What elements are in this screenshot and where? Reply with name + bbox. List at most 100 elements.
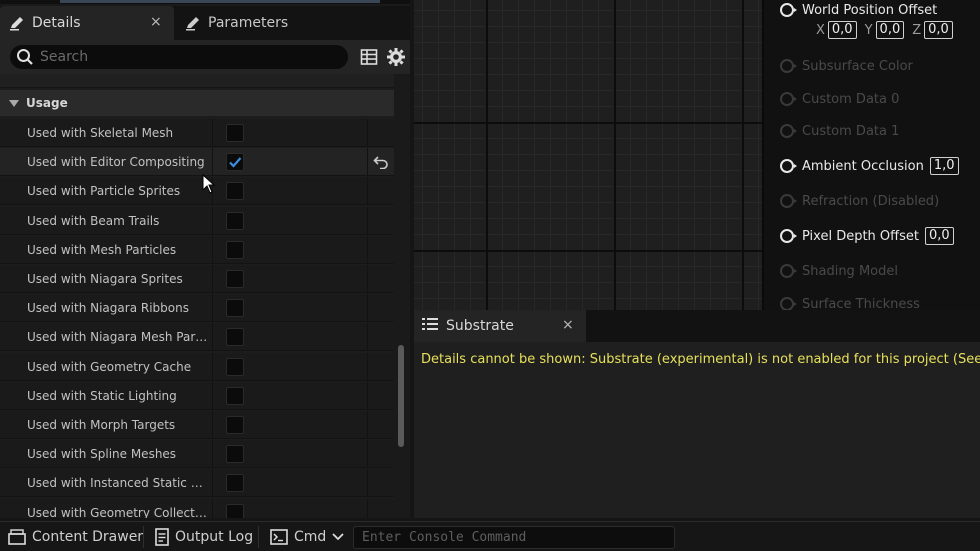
property-row[interactable]: Used with Static Lighting — [0, 381, 394, 410]
property-row[interactable]: Used with Niagara Sprites — [0, 265, 394, 293]
property-checkbox[interactable] — [226, 474, 244, 493]
tab-parameters[interactable]: Parameters — [178, 6, 378, 40]
node-pin-row[interactable]: Pixel Depth Offset 0,0 — [764, 224, 980, 248]
close-icon[interactable]: × — [150, 14, 162, 30]
input-pin-icon — [780, 59, 797, 73]
property-checkbox[interactable] — [226, 270, 244, 288]
property-label: Used with Beam Trails — [27, 213, 160, 228]
column-divider[interactable] — [212, 440, 213, 469]
property-row[interactable]: Used with Niagara Ribbons — [0, 294, 394, 323]
column-divider[interactable] — [212, 265, 213, 293]
usage-section-header[interactable]: Usage — [0, 90, 394, 116]
property-checkbox[interactable] — [226, 445, 244, 464]
panel-top-strip — [0, 0, 410, 4]
column-divider[interactable] — [212, 148, 213, 177]
property-checkbox[interactable] — [226, 357, 244, 376]
property-checkbox[interactable] — [226, 416, 244, 434]
property-row[interactable]: Used with Geometry Collections — [0, 498, 394, 518]
pin-label: Refraction (Disabled) — [802, 193, 940, 209]
property-row[interactable]: Used with Particle Sprites — [0, 177, 394, 206]
property-checkbox[interactable] — [226, 328, 244, 347]
property-checkbox[interactable] — [226, 503, 244, 518]
property-checkbox[interactable] — [226, 124, 244, 142]
pencil-icon — [184, 14, 202, 32]
reset-to-default-icon[interactable] — [373, 154, 389, 173]
column-divider[interactable] — [212, 206, 213, 235]
column-divider[interactable] — [212, 119, 213, 147]
search-input[interactable] — [40, 47, 340, 67]
gear-icon[interactable] — [386, 47, 406, 71]
tab-parameters-label: Parameters — [208, 15, 289, 31]
pin-world-position-offset[interactable]: World Position Offset — [764, 0, 980, 22]
input-pin-icon — [780, 297, 797, 311]
search-box[interactable] — [10, 45, 348, 69]
input-pin-icon[interactable] — [780, 229, 797, 243]
scrollbar-thumb[interactable] — [398, 345, 404, 447]
collapse-triangle-icon[interactable] — [9, 99, 19, 107]
console-command-input[interactable] — [353, 526, 675, 549]
column-divider — [367, 235, 368, 264]
wpo-y-input[interactable]: 0,0 — [875, 21, 905, 39]
property-checkbox[interactable] — [226, 386, 244, 405]
pin-value-input[interactable]: 1,0 — [929, 157, 959, 175]
column-divider[interactable] — [212, 235, 213, 264]
material-output-node[interactable]: World Position Offset X 0,0 Y 0,0 Z 0,0 … — [762, 0, 980, 312]
property-row[interactable]: Used with Editor Compositing — [0, 148, 394, 177]
property-checkbox[interactable] — [226, 153, 244, 172]
details-panel: Details × Parameters Usage U — [0, 0, 410, 518]
column-divider[interactable] — [212, 294, 213, 323]
table-view-icon[interactable] — [360, 48, 378, 70]
tab-substrate[interactable]: Substrate × — [414, 310, 586, 342]
property-row[interactable]: Used with Mesh Particles — [0, 235, 394, 264]
property-row[interactable]: Used with Beam Trails — [0, 206, 394, 235]
tab-details-label: Details — [32, 15, 81, 31]
column-divider[interactable] — [212, 381, 213, 410]
property-list: Usage Used with Skeletal Mesh Used with E… — [0, 74, 394, 518]
column-divider[interactable] — [212, 469, 213, 498]
close-icon[interactable]: × — [562, 317, 574, 333]
wpo-x-input[interactable]: 0,0 — [827, 21, 857, 39]
input-pin-icon[interactable] — [780, 3, 797, 17]
property-checkbox[interactable] — [226, 299, 244, 318]
wpo-z-input[interactable]: 0,0 — [924, 21, 953, 39]
tab-details[interactable]: Details × — [0, 6, 174, 40]
property-label: Used with Static Lighting — [27, 388, 177, 403]
column-divider[interactable] — [212, 323, 213, 352]
column-divider[interactable] — [212, 352, 213, 381]
input-pin-icon[interactable] — [780, 159, 797, 173]
column-divider — [367, 381, 368, 410]
node-pin-row: Subsurface Color — [764, 54, 980, 78]
property-row[interactable]: Used with Geometry Cache — [0, 352, 394, 381]
output-log-label: Output Log — [175, 529, 254, 545]
property-checkbox[interactable] — [226, 211, 244, 230]
property-row[interactable]: Used with Skeletal Mesh — [0, 119, 394, 147]
property-checkbox[interactable] — [226, 182, 244, 201]
property-label: Used with Geometry Collections — [27, 505, 209, 518]
property-checkbox[interactable] — [226, 240, 244, 259]
column-divider[interactable] — [212, 411, 213, 439]
property-label: Used with Spline Meshes — [27, 447, 177, 462]
property-row[interactable]: Used with Instanced Static Mes… — [0, 469, 394, 498]
clipped-row — [0, 74, 394, 88]
output-log-button[interactable]: Output Log — [155, 522, 253, 551]
pin-label: Pixel Depth Offset — [802, 228, 919, 244]
tab-substrate-label: Substrate — [446, 318, 514, 334]
node-pin-row: Custom Data 0 — [764, 87, 980, 111]
substrate-warning-message: Details cannot be shown: Substrate (expe… — [421, 352, 980, 367]
property-row[interactable]: Used with Niagara Mesh Particles — [0, 323, 394, 352]
list-icon — [422, 317, 438, 335]
input-pin-icon — [780, 264, 797, 278]
scrollbar-track[interactable] — [396, 74, 406, 518]
pin-value-input[interactable]: 0,0 — [925, 227, 954, 245]
column-divider — [367, 148, 368, 177]
pencil-icon — [8, 14, 26, 32]
node-pin-row[interactable]: Ambient Occlusion 1,0 — [764, 154, 980, 178]
column-divider — [367, 294, 368, 323]
cmd-dropdown[interactable]: Cmd — [270, 522, 350, 551]
content-drawer-button[interactable]: Content Drawer — [8, 522, 143, 551]
search-row — [0, 40, 410, 74]
property-row[interactable]: Used with Morph Targets — [0, 411, 394, 439]
property-row[interactable]: Used with Spline Meshes — [0, 440, 394, 469]
property-label: Used with Mesh Particles — [27, 242, 177, 257]
column-divider[interactable] — [212, 498, 213, 518]
